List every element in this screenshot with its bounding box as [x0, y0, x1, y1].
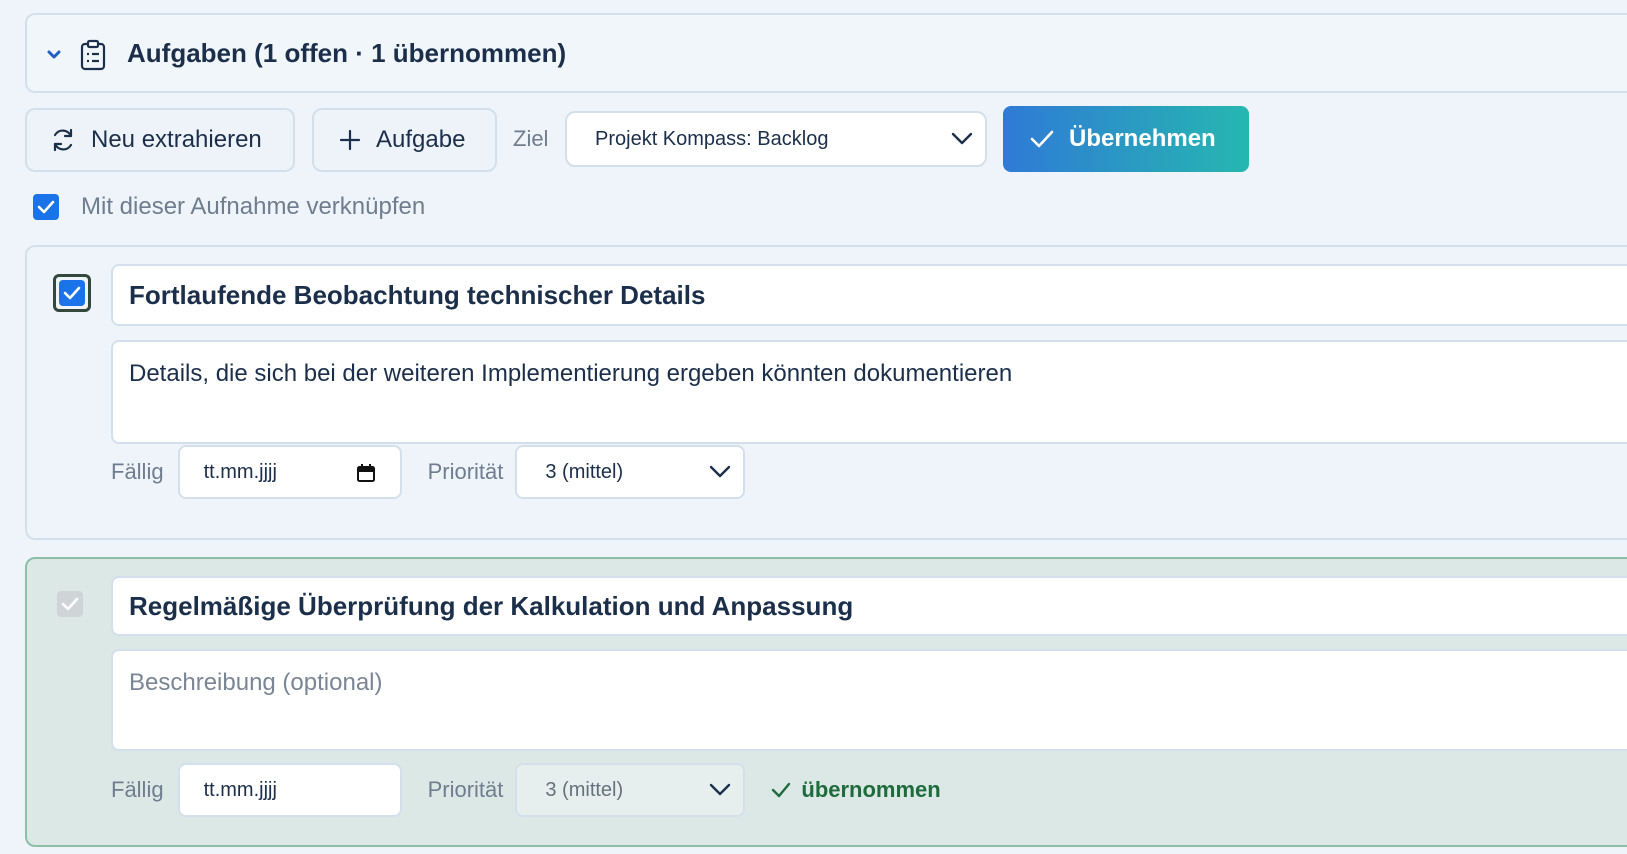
take-over-button[interactable]: Übernehmen	[1003, 106, 1249, 172]
task-select-checkbox[interactable]	[53, 274, 91, 312]
checkmark-icon	[63, 286, 81, 300]
task-title-input[interactable]: Regelmäßige Überprüfung der Kalkulation …	[111, 576, 1627, 636]
chevron-down-icon[interactable]	[44, 44, 64, 64]
task-select-checkbox-disabled	[57, 591, 83, 617]
clipboard-icon	[80, 39, 106, 71]
checkmark-icon	[37, 200, 55, 214]
priority-select[interactable]: 3 (mittel)	[515, 445, 746, 499]
target-select[interactable]: Projekt Kompass: Backlog	[565, 111, 987, 167]
due-label: Fällig	[111, 777, 164, 802]
due-label: Fällig	[111, 459, 164, 484]
section-title: Aufgaben (1 offen · 1 übernommen)	[127, 38, 567, 68]
due-date-input[interactable]: tt.mm.jjjj	[177, 445, 402, 499]
take-over-label: Übernehmen	[1069, 125, 1216, 152]
checkmark-icon	[61, 597, 79, 611]
due-date-input[interactable]: tt.mm.jjjj	[177, 763, 402, 817]
priority-label: Priorität	[427, 459, 504, 484]
link-recording-option[interactable]: Mit dieser Aufnahme verknüpfen	[33, 193, 425, 221]
chevron-down-icon	[951, 132, 973, 145]
priority-select[interactable]: 3 (mittel)	[515, 763, 746, 817]
task-description-input[interactable]: Details, die sich bei der weiteren Imple…	[111, 340, 1627, 444]
refresh-icon	[53, 128, 73, 152]
taken-status-label: übernommen	[801, 777, 941, 802]
chevron-down-icon	[710, 783, 731, 796]
chevron-down-icon	[710, 465, 731, 478]
link-recording-checkbox[interactable]	[33, 194, 59, 220]
task-card-taken: Regelmäßige Überprüfung der Kalkulation …	[25, 557, 1627, 847]
task-checkbox-box	[59, 280, 85, 306]
task-card: Fortlaufende Beobachtung technischer Det…	[25, 245, 1627, 540]
task-description-input[interactable]: Beschreibung (optional)	[111, 649, 1627, 751]
calendar-icon[interactable]	[356, 463, 376, 483]
priority-value: 3 (mittel)	[545, 778, 624, 801]
add-task-label: Aufgabe	[376, 126, 466, 153]
priority-label: Priorität	[427, 777, 504, 802]
check-icon	[1030, 130, 1054, 148]
taken-status: übernommen	[771, 777, 941, 803]
re-extract-button[interactable]: Neu extrahieren	[25, 108, 295, 172]
due-date-value: tt.mm.jjjj	[203, 778, 277, 801]
due-date-value: tt.mm.jjjj	[203, 460, 277, 483]
add-task-button[interactable]: Aufgabe	[312, 108, 497, 172]
priority-value: 3 (mittel)	[545, 460, 624, 483]
check-icon	[772, 782, 791, 798]
link-recording-label: Mit dieser Aufnahme verknüpfen	[81, 193, 426, 220]
plus-icon	[339, 129, 361, 151]
re-extract-label: Neu extrahieren	[91, 126, 262, 153]
target-label: Ziel	[513, 126, 549, 151]
target-select-value: Projekt Kompass: Backlog	[595, 127, 829, 150]
task-title-input[interactable]: Fortlaufende Beobachtung technischer Det…	[111, 264, 1627, 326]
